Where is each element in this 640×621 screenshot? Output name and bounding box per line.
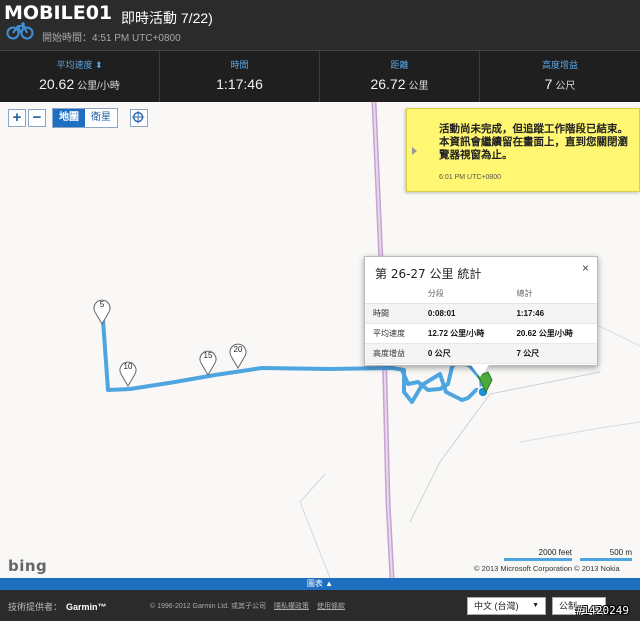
- svg-text:15: 15: [204, 351, 213, 360]
- stat-value: 1:17:46: [216, 76, 263, 92]
- map-copyright: © 2013 Microsoft Corporation © 2013 Noki…: [474, 564, 620, 573]
- table-row: 時間 0:08:01 1:17:46: [365, 303, 597, 324]
- stat-elevation-gain: 高度增益 7 公尺: [480, 51, 640, 103]
- map-view[interactable]: 5 10 15 20 + − 地圖 衛星 活動尚未完成，但追蹤工作階段已結束。 …: [0, 102, 640, 578]
- stat-value: 7 公尺: [544, 76, 576, 92]
- svg-text:20: 20: [234, 345, 243, 354]
- stat-label: 時間: [230, 60, 249, 70]
- table-header: [365, 285, 420, 304]
- activity-title: 即時活動 7/22): [121, 10, 213, 26]
- stat-label: 距離: [390, 60, 409, 70]
- mobile01-logo: MOBILE01: [4, 2, 113, 24]
- scale-feet: 2000 feet: [538, 548, 572, 557]
- chart-toggle-button[interactable]: 圖表 ▲: [0, 578, 640, 590]
- close-icon[interactable]: ×: [582, 261, 589, 275]
- crosshair-icon: [131, 110, 145, 124]
- map-type-satellite[interactable]: 衛星: [85, 109, 117, 127]
- note-time: 6:01 PM UTC+0800: [439, 174, 502, 181]
- note-message: 活動尚未完成，但追蹤工作階段已結束。 本資訊會繼續留在畫面上，直到您關閉瀏覽器視…: [439, 123, 628, 161]
- start-time: 開始時間：4:51 PM UTC+0800: [42, 33, 181, 44]
- scale-meters: 500 m: [609, 548, 632, 557]
- svg-text:5: 5: [100, 300, 105, 309]
- km-marker-15: 15: [199, 350, 217, 376]
- map-type-switch: 地圖 衛星: [52, 108, 118, 128]
- app-header: MOBILE01 即時活動 7/22) 開始時間：4:51 PM UTC+080…: [0, 0, 640, 50]
- chevron-down-icon: ▼: [532, 602, 539, 609]
- terms-link[interactable]: 使用條款: [317, 603, 345, 610]
- svg-text:10: 10: [124, 362, 133, 371]
- map-road: [299, 473, 331, 578]
- stat-avg-speed[interactable]: 平均速度 ⬍ 20.62 公里/小時: [0, 51, 160, 103]
- locate-button[interactable]: [130, 109, 148, 127]
- footer-copyright: © 1996-2012 Garmin Ltd. 或其子公司: [150, 603, 267, 610]
- zoom-out-button[interactable]: −: [28, 109, 46, 127]
- table-header: 總計: [508, 285, 597, 304]
- km-marker-10: 10: [119, 361, 137, 387]
- popup-pointer: [471, 365, 489, 377]
- segment-stats-table: 分段 總計 時間 0:08:01 1:17:46 平均速度 12.72 公里/小…: [365, 285, 597, 364]
- scale-bar-feet: [504, 558, 572, 561]
- bicycle-icon: [6, 22, 34, 40]
- table-row: 高度增益 0 公尺 7 公尺: [365, 343, 597, 364]
- bing-logo: bing: [8, 557, 48, 575]
- km-marker-5: 5: [93, 299, 111, 325]
- stat-label: 高度增益: [541, 60, 578, 70]
- watermark-id: #1420249: [576, 604, 629, 617]
- scale-bar-meters: [580, 558, 632, 561]
- map-road: [409, 371, 601, 523]
- session-ended-note: 活動尚未完成，但追蹤工作階段已結束。 本資訊會繼續留在畫面上，直到您關閉瀏覽器視…: [406, 108, 640, 192]
- zoom-in-button[interactable]: +: [8, 109, 26, 127]
- language-select[interactable]: 中文 (台灣) ▼: [467, 597, 546, 615]
- stat-time: 時間 1:17:46: [160, 51, 320, 103]
- map-road: [594, 323, 640, 347]
- stat-distance: 距離 26.72 公里: [320, 51, 480, 103]
- stats-bar: 平均速度 ⬍ 20.62 公里/小時 時間 1:17:46 距離 26.72 公里 …: [0, 50, 640, 103]
- table-row: 平均速度 12.72 公里/小時 20.62 公里/小時: [365, 323, 597, 344]
- stat-value: 20.62 公里/小時: [39, 76, 120, 92]
- privacy-link[interactable]: 隱私權政策: [274, 603, 309, 610]
- map-type-road[interactable]: 地圖: [53, 109, 85, 127]
- map-road: [519, 421, 640, 443]
- app-footer: 技術提供者： Garmin™ © 1996-2012 Garmin Ltd. 或其…: [0, 590, 640, 621]
- stat-value: 26.72 公里: [370, 76, 429, 92]
- note-arrow-icon: [412, 147, 417, 155]
- stat-label[interactable]: 平均速度 ⬍: [0, 59, 159, 71]
- km-marker-20: 20: [229, 343, 247, 369]
- footer-links: © 1996-2012 Garmin Ltd. 或其子公司 隱私權政策 使用條款: [150, 601, 351, 611]
- segment-stats-popup: 第 26-27 公里 統計 × 分段 總計 時間 0:08:01 1:17:46…: [364, 256, 598, 377]
- table-header: 分段: [419, 285, 509, 304]
- popup-title: 第 26-27 公里 統計: [375, 267, 482, 281]
- tech-provider: 技術提供者： Garmin™: [8, 602, 107, 612]
- garmin-brand: Garmin™: [66, 602, 107, 612]
